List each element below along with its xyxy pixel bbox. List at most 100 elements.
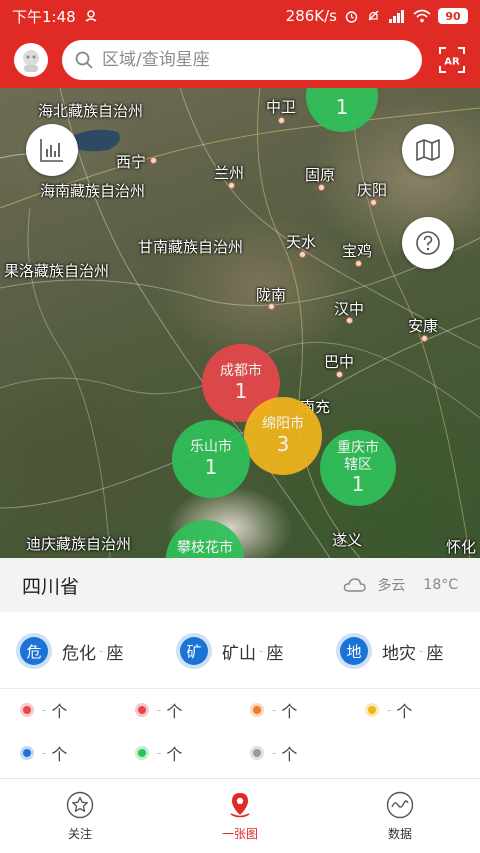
map-city-dot [318, 184, 325, 191]
legend-unit: 个 [166, 745, 183, 764]
statistics-button[interactable] [26, 124, 78, 176]
category-count: - [419, 644, 424, 658]
map-place-label: 汉中 [334, 300, 365, 318]
map-cluster[interactable]: 绵阳市 3 [244, 397, 322, 475]
signal-icon [388, 9, 406, 23]
app-header: AR [0, 32, 480, 88]
map-place-label: 安康 [408, 317, 439, 335]
cluster-count: 1 [234, 378, 248, 403]
map-layer-button[interactable] [402, 124, 454, 176]
battery-indicator: 90 [438, 8, 468, 24]
category-geo-disaster[interactable]: 地 地灾 - 座 [320, 633, 480, 669]
question-icon [416, 231, 440, 255]
map-place-label: 巴中 [324, 353, 355, 371]
cluster-name: 重庆市辖区 [337, 440, 379, 473]
map-city-dot [421, 335, 428, 342]
mute-icon [366, 9, 381, 24]
legend-item: -个 [115, 740, 230, 766]
weather-text: 多云 [377, 578, 406, 594]
category-unit: 座 [426, 643, 444, 664]
category-label: 矿山 [222, 643, 256, 664]
legend-item: -个 [0, 697, 115, 723]
map-city-dot [150, 157, 157, 164]
legend-unit: 个 [281, 745, 298, 764]
category-mines[interactable]: 矿 矿山 - 座 [160, 633, 320, 669]
nav-one-map[interactable]: 一张图 [160, 779, 320, 853]
search-icon [75, 51, 93, 69]
wifi-icon [413, 9, 431, 23]
province-bar: 四川省 多云 18°C [0, 558, 480, 612]
robot-avatar-icon [23, 50, 39, 72]
map-city-dot [370, 199, 377, 206]
cluster-name: 成都市 [220, 363, 262, 380]
cluster-count: 1 [204, 454, 218, 479]
map-city-dot [278, 117, 285, 124]
cluster-count: 1 [351, 471, 365, 496]
map-place-label: 海北藏族自治州 [38, 102, 144, 120]
nav-follow[interactable]: 关注 [0, 779, 160, 853]
status-bar: 下午1:48 286K/s 90 [0, 0, 480, 32]
legend-color-dot [23, 749, 31, 757]
nav-label: 关注 [67, 826, 92, 841]
search-input[interactable] [102, 50, 402, 70]
map-city-dot [336, 371, 343, 378]
nav-label: 数据 [387, 826, 412, 841]
disaster-badge-icon: 地 [336, 633, 372, 669]
legend-item: -个 [230, 740, 345, 766]
map-cluster[interactable]: 乐山市 1 [172, 420, 250, 498]
province-name: 四川省 [22, 575, 80, 598]
nav-label: 一张图 [221, 826, 258, 841]
legend-unit: 个 [51, 702, 68, 721]
legend-color-dot [368, 706, 376, 714]
legend-unit: 个 [396, 702, 413, 721]
map-place-label: 怀化 [446, 538, 477, 556]
map-place-label: 甘南藏族自治州 [138, 238, 244, 256]
avatar[interactable] [14, 43, 48, 77]
category-label: 地灾 [382, 643, 416, 664]
category-row: 危 危化 - 座 矿 矿山 - 座 地 地灾 - 座 [0, 622, 480, 680]
cluster-name: 攀枝花市 [177, 540, 233, 556]
help-button[interactable] [402, 217, 454, 269]
map-place-label: 中卫 [266, 98, 297, 116]
cluster-name: 绵阳市 [262, 416, 304, 433]
legend-item: -个 [115, 697, 230, 723]
weather-info: 多云 18°C [343, 575, 458, 595]
legend-color-dot [138, 749, 146, 757]
notification-icon [84, 9, 98, 23]
legend-unit: 个 [51, 745, 68, 764]
mine-badge-icon: 矿 [176, 633, 212, 669]
map-cluster[interactable]: 重庆市辖区 1 [320, 430, 396, 506]
map-place-label: 陇南 [256, 286, 287, 304]
chart-wave-icon [386, 791, 414, 818]
map-place-label: 西宁 [116, 153, 147, 171]
category-label: 危化 [62, 643, 96, 664]
map-place-label: 天水 [286, 233, 317, 251]
cloud-icon [344, 578, 367, 592]
legend-unit: 个 [166, 702, 183, 721]
map-city-dot [299, 251, 306, 258]
map-place-label: 兰州 [214, 164, 245, 182]
cluster-count: 1 [335, 94, 349, 119]
legend-unit: 个 [281, 702, 298, 721]
legend-item: -个 [230, 697, 345, 723]
map-place-label: 遂义 [332, 531, 363, 549]
ar-scan-icon: AR [439, 47, 465, 73]
legend-color-dot [138, 706, 146, 714]
map-place-label: 果洛藏族自治州 [4, 262, 110, 280]
map-icon [416, 139, 440, 161]
category-hazardous-chemicals[interactable]: 危 危化 - 座 [0, 633, 160, 669]
bar-chart-icon [40, 139, 63, 162]
legend-color-dot [253, 706, 261, 714]
category-unit: 座 [266, 643, 284, 664]
legend-color-dot [253, 749, 261, 757]
search-box[interactable] [62, 40, 422, 80]
temperature: 18°C [423, 577, 458, 593]
ar-button[interactable]: AR [438, 46, 466, 74]
map-place-label: 庆阳 [357, 181, 388, 199]
map-city-dot [346, 317, 353, 324]
map-city-dot [228, 182, 235, 189]
nav-data[interactable]: 数据 [320, 779, 480, 853]
map-place-label: 海南藏族自治州 [40, 182, 146, 200]
map-city-dot [268, 303, 275, 310]
satellite-map[interactable]: 海北藏族自治州 中卫 西宁 兰州 海南藏族自治州 固原 庆阳 甘南藏族自治州 天… [0, 88, 480, 558]
